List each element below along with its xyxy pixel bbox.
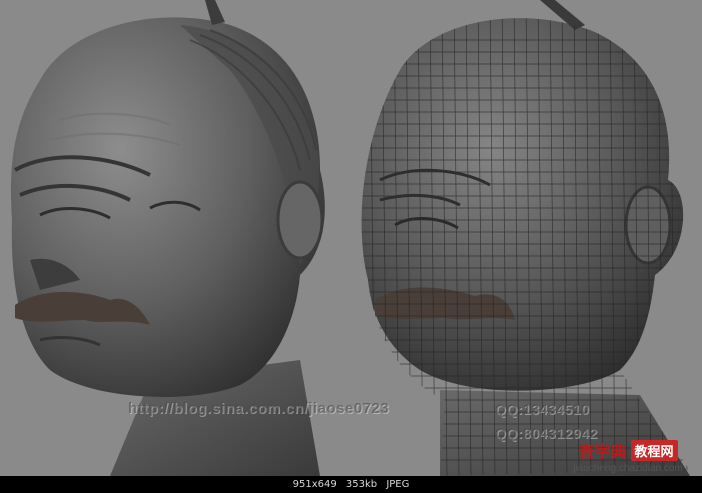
site-logo-brand: 查字典 教程网 [578,438,678,462]
site-logo: 查字典 教程网 jiaocheng.chazidian.com [560,438,696,476]
site-logo-name: 查字典 [578,442,627,461]
site-logo-box: 教程网 [630,439,678,461]
image-filesize: 353kb [345,479,378,490]
status-bar: 951x649 353kb JPEG [0,476,702,493]
watermark-qq-1: QQ:13434510 [495,401,590,417]
site-logo-url: jiaocheng.chazidian.com [573,463,683,474]
image-dimensions: 951x649 [292,479,337,490]
image-viewer: http://blog.sina.com.cn/jiaose0723 QQ:13… [0,0,702,493]
image-format: JPEG [386,479,410,490]
image-frame: http://blog.sina.com.cn/jiaose0723 QQ:13… [0,0,702,476]
watermark-blog-url: http://blog.sina.com.cn/jiaose0723 [128,400,390,417]
